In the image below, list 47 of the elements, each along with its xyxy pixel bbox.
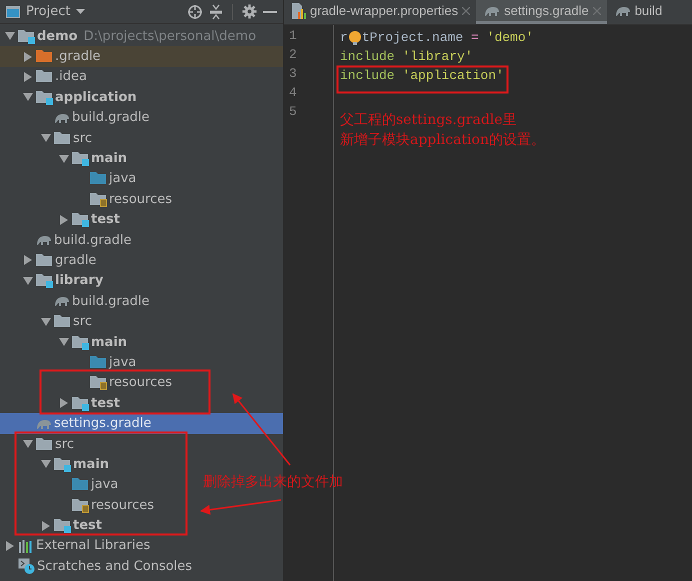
tree-item[interactable]: java bbox=[109, 354, 136, 370]
tree-item[interactable]: gradle bbox=[55, 252, 96, 268]
tree-item[interactable]: java bbox=[109, 171, 136, 186]
tree-item[interactable]: test bbox=[73, 518, 102, 534]
tree-item[interactable]: resources bbox=[109, 375, 172, 390]
tree-item[interactable]: build.gradle bbox=[72, 110, 150, 126]
annotation-text: 父工程的settings.gradle里 bbox=[340, 111, 518, 130]
tree-item[interactable]: demo bbox=[37, 28, 78, 44]
tree-item[interactable]: java bbox=[91, 477, 118, 492]
editor-tab[interactable]: gradle-wrapper.properties bbox=[284, 0, 476, 24]
line-number: 4 bbox=[289, 85, 298, 102]
code-token: tProject.name bbox=[362, 30, 464, 45]
tree-item[interactable]: application bbox=[55, 90, 137, 105]
code-token: include bbox=[340, 49, 396, 64]
annotation-text: 新增子模块application的设置。 bbox=[340, 131, 545, 150]
tree-item[interactable]: build.gradle bbox=[54, 232, 132, 248]
code-token: = bbox=[471, 30, 479, 45]
editor-tab[interactable]: build bbox=[606, 0, 668, 24]
line-number: 2 bbox=[289, 47, 298, 64]
tree-item[interactable]: src bbox=[55, 436, 74, 452]
tree-item[interactable]: src bbox=[73, 314, 92, 330]
tree-item[interactable]: src bbox=[73, 130, 92, 146]
annotation-text: 删除掉多出来的文件加 bbox=[203, 473, 343, 492]
tree-item[interactable]: .idea bbox=[55, 69, 87, 84]
project-path: D:\projects\personal\demo bbox=[84, 28, 256, 44]
editor-tab[interactable]: settings.gradle bbox=[476, 0, 607, 24]
code-token: include bbox=[340, 68, 396, 83]
line-number: 1 bbox=[289, 28, 298, 45]
code-token: 'demo' bbox=[486, 30, 534, 45]
tree-item[interactable]: build.gradle bbox=[72, 294, 150, 309]
code-token: 'library' bbox=[402, 49, 473, 64]
tree-item[interactable]: .gradle bbox=[55, 49, 101, 64]
tree-item[interactable]: External Libraries bbox=[36, 538, 150, 554]
line-number: 3 bbox=[289, 66, 298, 83]
panel-title[interactable]: Project bbox=[26, 4, 70, 19]
tree-item[interactable]: test bbox=[91, 396, 120, 411]
code-token: 'application' bbox=[402, 68, 504, 83]
tree-item[interactable]: test bbox=[91, 212, 120, 228]
tree-item[interactable]: resources bbox=[91, 498, 154, 513]
tree-item[interactable]: main bbox=[91, 151, 128, 166]
tree-item[interactable]: resources bbox=[109, 192, 172, 207]
line-number: 5 bbox=[289, 104, 298, 121]
tree-item[interactable]: library bbox=[55, 273, 104, 288]
tree-item[interactable]: main bbox=[91, 334, 128, 350]
tree-item[interactable]: Scratches and Consoles bbox=[37, 558, 192, 574]
code-token: r bbox=[340, 30, 348, 45]
tree-item[interactable]: main bbox=[73, 456, 110, 472]
